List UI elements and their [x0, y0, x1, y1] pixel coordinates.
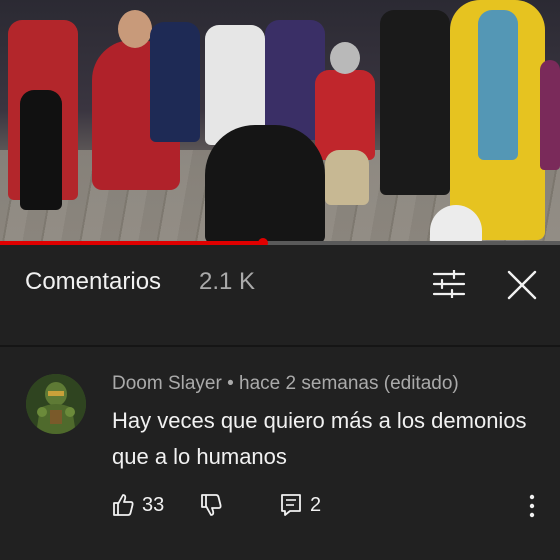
dislike-button[interactable] — [200, 490, 222, 520]
video-figure — [150, 22, 200, 142]
comment-author[interactable]: Doom Slayer — [112, 373, 222, 394]
video-figure — [478, 10, 518, 160]
comment-text: Hay veces que quiero más a los demonios … — [112, 408, 527, 469]
avatar-image — [26, 374, 86, 434]
comment-actions: 33 2 — [112, 490, 542, 520]
dislike-icon — [201, 494, 222, 516]
comment-time: hace 2 semanas (editado) — [239, 373, 459, 394]
close-icon[interactable] — [505, 268, 539, 302]
like-icon — [113, 494, 134, 516]
avatar[interactable] — [26, 374, 86, 434]
comments-title: Comentarios — [25, 268, 162, 295]
video-figure — [330, 42, 360, 74]
video-player[interactable] — [0, 0, 560, 244]
video-figure — [540, 60, 560, 170]
video-figure — [315, 70, 375, 160]
header-divider — [0, 345, 560, 347]
like-button[interactable]: 33 — [112, 490, 164, 520]
comments-count: 2.1 K — [199, 268, 256, 295]
like-count: 33 — [142, 493, 165, 516]
more-vertical-icon[interactable] — [522, 492, 542, 520]
meta-separator: • — [221, 373, 240, 394]
reply-icon — [281, 494, 301, 516]
video-figure — [325, 150, 369, 205]
comment-meta: Doom Slayer • hace 2 semanas (editado) — [112, 373, 459, 395]
filter-icon[interactable] — [432, 270, 466, 298]
reply-button[interactable]: 2 — [280, 490, 321, 520]
video-figure — [20, 90, 62, 210]
video-figure — [380, 10, 450, 195]
reply-count: 2 — [310, 493, 322, 516]
video-figure — [205, 125, 325, 244]
video-figure — [118, 10, 152, 48]
